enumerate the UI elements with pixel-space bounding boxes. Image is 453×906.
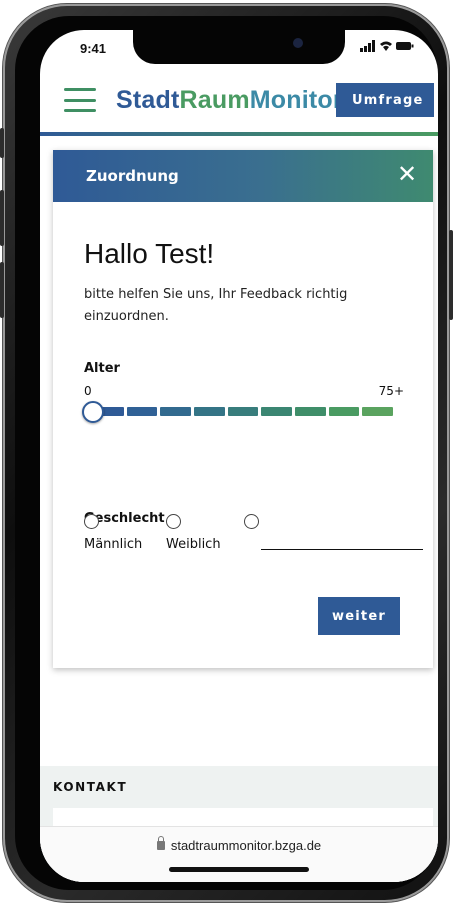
gender-radio-other[interactable] xyxy=(244,514,259,529)
site-logo[interactable]: StadtRaumMonitor xyxy=(116,86,343,115)
gender-radio-female[interactable] xyxy=(166,514,181,529)
gender-radio-male[interactable] xyxy=(84,514,99,529)
power-button xyxy=(449,230,453,320)
gender-option-female-label: Weiblich xyxy=(166,537,221,552)
age-min-label: 0 xyxy=(84,384,92,398)
browser-address-bar[interactable]: stadtraummonitor.bzga.de xyxy=(40,826,438,882)
dialog-header: Zuordnung ✕ xyxy=(53,150,433,202)
logo-part-monitor: Monitor xyxy=(249,86,343,114)
logo-part-stadt: Stadt xyxy=(116,86,180,114)
age-max-label: 75+ xyxy=(378,384,404,398)
dialog-title: Zuordnung xyxy=(86,167,179,185)
age-slider-segment xyxy=(261,407,293,416)
age-slider-track[interactable] xyxy=(93,407,394,416)
hamburger-menu-icon[interactable] xyxy=(64,88,96,112)
age-slider-segment xyxy=(160,407,192,416)
age-slider-segment xyxy=(194,407,225,416)
age-slider-segment xyxy=(295,407,326,416)
next-button[interactable]: weiter xyxy=(318,597,400,635)
status-time: 9:41 xyxy=(80,41,107,56)
greeting-heading: Hallo Test! xyxy=(84,238,215,269)
url-display[interactable]: stadtraummonitor.bzga.de xyxy=(40,836,438,853)
volume-up-button xyxy=(0,190,4,246)
phone-screen: 9:41 StadtRaumMonitor Umfrage Zuordnung … xyxy=(40,30,438,882)
intro-text: bitte helfen Sie uns, Ihr Feedback richt… xyxy=(84,287,348,324)
gender-other-input[interactable] xyxy=(261,526,423,550)
home-indicator[interactable] xyxy=(169,867,309,872)
status-bar: 9:41 xyxy=(40,30,438,74)
notch xyxy=(133,30,345,64)
survey-button[interactable]: Umfrage xyxy=(336,83,434,117)
signal-wifi-battery-icon xyxy=(360,40,414,52)
status-icons xyxy=(360,40,414,55)
age-label: Alter xyxy=(84,361,120,376)
contact-heading: KONTAKT xyxy=(53,780,128,794)
volume-down-button xyxy=(0,262,4,318)
age-slider-thumb[interactable] xyxy=(82,401,104,423)
age-slider-segment xyxy=(362,407,394,416)
url-text: stadtraummonitor.bzga.de xyxy=(170,838,322,853)
lock-icon xyxy=(156,836,165,850)
close-icon[interactable]: ✕ xyxy=(395,162,419,186)
logo-part-raum: Raum xyxy=(179,86,250,114)
age-slider-segment xyxy=(328,407,360,416)
age-slider-segment xyxy=(227,407,259,416)
mute-switch xyxy=(0,128,4,158)
assignment-dialog: Zuordnung ✕ Hallo Test! bitte helfen Sie… xyxy=(53,150,433,668)
front-camera xyxy=(293,38,303,48)
gender-option-male-label: Männlich xyxy=(84,537,143,552)
site-header: StadtRaumMonitor Umfrage xyxy=(40,74,438,134)
age-slider-segment xyxy=(126,407,158,416)
